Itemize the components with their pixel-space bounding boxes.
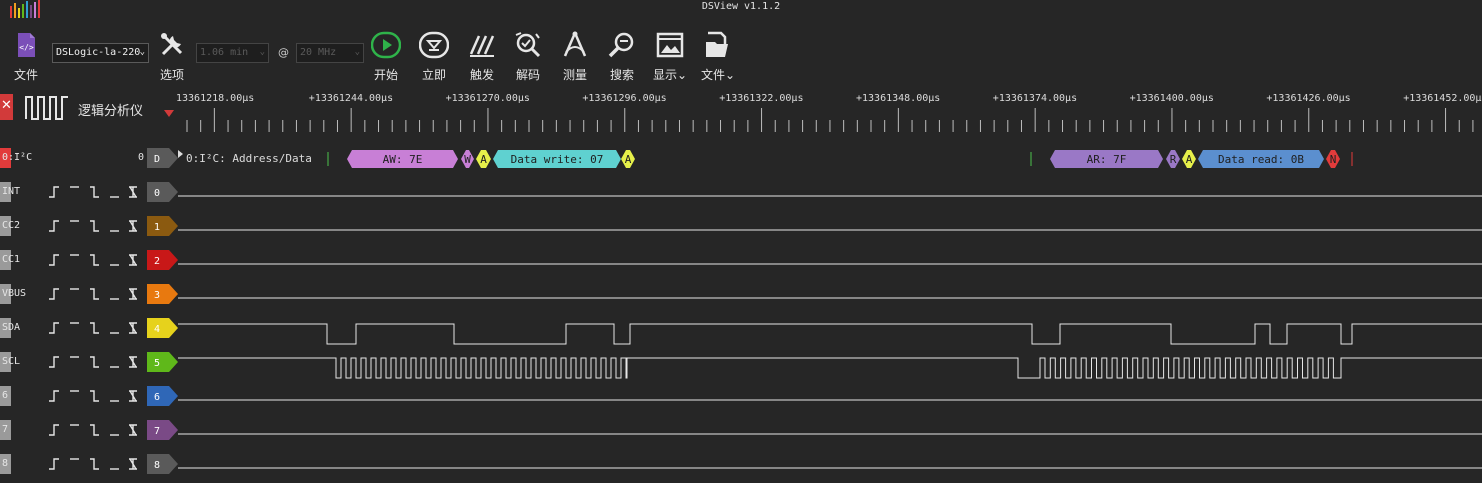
- tools-icon: [161, 33, 183, 56]
- decode-icon: [515, 32, 541, 58]
- device-select[interactable]: DSLogic-la-220 ⌄: [52, 43, 149, 63]
- window-title: DSView v1.1.2: [701, 1, 781, 12]
- decoder-segment-text: N: [1330, 153, 1337, 166]
- waveform-trace: [178, 357, 1482, 379]
- decoder-segment-text: Data read: 0B: [1218, 153, 1304, 166]
- duration-value: 1.06 min: [200, 47, 249, 58]
- trigger-label: 触发: [469, 68, 494, 82]
- chevron-down-icon: ⌄: [259, 47, 265, 57]
- display-menu-button[interactable]: 显示⌄: [650, 30, 690, 83]
- title-bar: DSView v1.1.2: [0, 0, 1482, 18]
- file-menu-label: 文件⌄: [700, 68, 736, 82]
- chevron-down-icon: ⌄: [139, 47, 145, 57]
- file-button[interactable]: </> 文件: [6, 30, 46, 83]
- svg-text:</>: </>: [19, 43, 34, 52]
- search-icon: [608, 32, 634, 58]
- decoder-segment-text: Data write: 07: [511, 153, 604, 166]
- decoder-column-label: 0:I²C: Address/Data: [186, 152, 312, 165]
- play-icon: [371, 31, 401, 59]
- trigger-icon: [469, 35, 495, 57]
- options-label: 选项: [159, 68, 184, 82]
- folder-icon: [706, 31, 728, 57]
- ruler-ticks: [186, 108, 1474, 132]
- search-label: 搜索: [609, 68, 634, 82]
- time-ruler[interactable]: ✕ 逻辑分析仪 13361218.00μs +13361244.00μs +1336…: [0, 88, 1482, 138]
- measure-button[interactable]: 测量: [555, 30, 595, 83]
- decoder-segment-text: R: [1170, 153, 1177, 166]
- search-button[interactable]: 搜索: [602, 30, 642, 83]
- main-toolbar: </> 文件 DSLogic-la-220 ⌄ 选项 1.06 min ⌄ @ …: [0, 16, 1482, 88]
- options-button[interactable]: 选项: [152, 30, 192, 83]
- decode-label: 解码: [515, 68, 540, 82]
- decoder-segment-text: AR: 7F: [1087, 153, 1127, 166]
- waveform-canvas[interactable]: 0:I²C: Address/Data AW: 7E W A Data write: 0…: [0, 138, 1482, 483]
- file-menu-button[interactable]: 文件⌄: [698, 30, 738, 83]
- instant-capture-icon: [419, 31, 449, 59]
- display-label: 显示⌄: [652, 68, 688, 82]
- decoder-segment-text: A: [625, 153, 632, 166]
- start-button[interactable]: 开始: [366, 30, 406, 83]
- at-sign: @: [278, 46, 289, 59]
- device-value: DSLogic-la-220: [56, 47, 141, 58]
- sample-rate-value: 20 MHz: [300, 47, 337, 58]
- decoder-segment-text: A: [480, 153, 487, 166]
- start-label: 开始: [373, 68, 398, 82]
- measure-label: 测量: [562, 68, 587, 82]
- decode-button[interactable]: 解码: [508, 30, 548, 83]
- file-icon: </>: [18, 33, 35, 57]
- decoder-segment-text: A: [1186, 153, 1193, 166]
- duration-select[interactable]: 1.06 min ⌄: [196, 43, 269, 63]
- waveform-trace: [178, 323, 1482, 345]
- trigger-button[interactable]: 触发: [462, 30, 502, 83]
- decoder-segment-text: W: [464, 153, 471, 166]
- instant-button[interactable]: 立即: [414, 30, 454, 83]
- sample-rate-select[interactable]: 20 MHz ⌄: [296, 43, 364, 63]
- file-label: 文件: [13, 68, 38, 82]
- measure-icon: [563, 31, 587, 57]
- decoder-segment-text: AW: 7E: [383, 153, 423, 166]
- instant-label: 立即: [421, 68, 446, 82]
- display-icon: [656, 32, 684, 58]
- chevron-down-icon: ⌄: [354, 47, 360, 57]
- collapse-arrow-icon[interactable]: [178, 150, 183, 158]
